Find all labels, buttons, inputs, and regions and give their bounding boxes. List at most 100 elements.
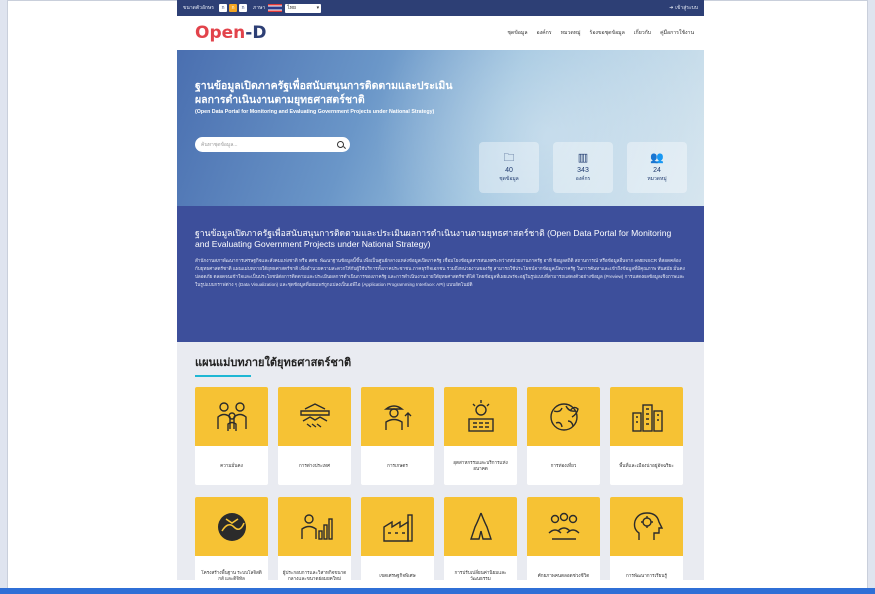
strategy-card[interactable]: ศักยภาพคนตลอดช่วงชีวิต [527, 497, 600, 580]
stat-value: 343 [577, 167, 589, 174]
website: ขนาดตัวอักษร ก ก ก ภาษา ไทย ▾ ➜ เข้าสู่ร… [177, 0, 704, 580]
strategy-card[interactable]: การเกษตร [361, 387, 434, 485]
about-title: ฐานข้อมูลเปิดภาครัฐเพื่อสนับสนุนการติดตา… [195, 228, 672, 249]
entrepreneur-icon [300, 513, 333, 540]
stats-panel: 🗀 40 ชุดข้อมูล ▥ 343 องค์กร 👥 24 หมวดหมู… [479, 142, 687, 193]
stat-value: 24 [653, 167, 661, 174]
card-label: การท่องเที่ยว [550, 462, 577, 468]
font-size-label: ขนาดตัวอักษร [183, 5, 214, 11]
about-section: ฐานข้อมูลเปิดภาครัฐเพื่อสนับสนุนการติดตา… [177, 206, 704, 342]
globe-icon [549, 402, 579, 431]
login-icon: ➜ [669, 5, 674, 11]
section-title: แผนแม่บทภายใต้ยุทธศาสตร์ชาติ [195, 357, 352, 369]
card-image [444, 387, 517, 446]
card-label: การพัฒนาการเรียนรู้ [626, 572, 667, 578]
card-image [361, 497, 434, 556]
strategy-card[interactable]: พื้นที่และเมืองน่าอยู่อัจฉริยะ [610, 387, 683, 485]
main-navigation: Open -D ชุดข้อมูล องค์กร หมวดหมู่ ร้องขอช… [177, 16, 704, 50]
chevron-down-icon: ▾ [316, 4, 320, 11]
brain-icon [633, 511, 663, 540]
language-label: ภาษา [252, 5, 266, 11]
card-label: อุตสาหกรรมและบริการแห่งอนาคต [453, 459, 508, 471]
about-body: สำนักงานสภาพัฒนาการเศรษฐกิจและสังคมแห่งช… [195, 258, 685, 287]
nav-item-request-data[interactable]: ร้องขอชุดข้อมูล [590, 29, 625, 37]
thai-flag-icon [268, 4, 283, 12]
nav-menu: ชุดข้อมูล องค์กร หมวดหมู่ ร้องขอชุดข้อมู… [507, 29, 694, 37]
title-underline [195, 375, 251, 377]
logo-suffix: -D [245, 23, 267, 43]
card-image [527, 387, 600, 446]
card-label: พื้นที่และเมืองน่าอยู่อัจฉริยะ [619, 462, 674, 468]
factory-icon [382, 513, 413, 542]
card-image [278, 387, 351, 446]
language-select[interactable]: ไทย ▾ [285, 3, 322, 13]
nav-item-manual[interactable]: คู่มือการใช้งาน [660, 29, 694, 37]
nav-item-categories[interactable]: หมวดหมู่ [561, 29, 581, 37]
building-icon: ▥ [577, 152, 589, 164]
card-image [195, 387, 268, 446]
card-label: ความมั่นคง [220, 462, 243, 468]
card-label: การปรับเปลี่ยนค่านิยมและวัฒนธรรม [454, 569, 507, 581]
strategy-card[interactable]: อุตสาหกรรมและบริการแห่งอนาคต [444, 387, 517, 485]
search-icon[interactable] [337, 141, 344, 148]
hero-title: ฐานข้อมูลเปิดภาครัฐเพื่อสนับสนุนการติดตา… [195, 80, 453, 106]
language-control: ภาษา ไทย ▾ [252, 3, 322, 13]
stat-datasets[interactable]: 🗀 40 ชุดข้อมูล [479, 142, 539, 193]
font-size-large-button[interactable]: ก [238, 4, 247, 12]
strategy-card[interactable]: การต่างประเทศ [278, 387, 351, 485]
users-icon: 👥 [650, 152, 664, 164]
language-value: ไทย [287, 4, 296, 11]
city-icon [631, 403, 663, 432]
praying-hands-icon [469, 512, 492, 540]
card-image [610, 387, 683, 446]
strategy-card[interactable]: เขตเศรษฐกิจพิเศษ [361, 497, 434, 580]
strategy-section: แผนแม่บทภายใต้ยุทธศาสตร์ชาติ ความมั่นคง … [177, 342, 704, 580]
card-image [361, 387, 434, 446]
nav-item-about[interactable]: เกี่ยวกับ [634, 29, 651, 37]
farmer-icon [383, 404, 411, 430]
card-label: การเกษตร [387, 462, 408, 468]
stat-label: หมวดหมู่ [647, 176, 667, 182]
strategy-card[interactable]: การปรับเปลี่ยนค่านิยมและวัฒนธรรม [444, 497, 517, 580]
card-image [278, 497, 351, 556]
search-input[interactable]: ค้นหาชุดข้อมูล... [195, 137, 350, 152]
people-icon [548, 512, 579, 540]
login-link[interactable]: ➜ เข้าสู่ระบบ [669, 4, 698, 12]
strategy-card[interactable]: ความมั่นคง [195, 387, 268, 485]
card-image [527, 497, 600, 556]
top-bar: ขนาดตัวอักษร ก ก ก ภาษา ไทย ▾ ➜ เข้าสู่ร… [177, 0, 704, 16]
card-image [195, 497, 268, 556]
logo-text: pen [209, 23, 246, 43]
transport-icon [217, 512, 246, 541]
hero-subtitle: (Open Data Portal for Monitoring and Eva… [195, 109, 435, 115]
strategy-card[interactable]: ผู้ประกอบการและวิสาหกิจขนาดกลางและขนาดย่… [278, 497, 351, 580]
window-bottom-bar [0, 588, 875, 594]
nav-item-datasets[interactable]: ชุดข้อมูล [507, 29, 527, 37]
stat-organizations[interactable]: ▥ 343 องค์กร [553, 142, 613, 193]
card-image [444, 497, 517, 556]
card-label: ศักยภาพคนตลอดช่วงชีวิต [537, 572, 590, 578]
strategy-card[interactable]: โครงสร้างพื้นฐาน ระบบโลจิสติกส์ และดิจิท… [195, 497, 268, 580]
hero-banner: ฐานข้อมูลเปิดภาครัฐเพื่อสนับสนุนการติดตา… [177, 50, 704, 206]
card-label: การต่างประเทศ [299, 462, 330, 468]
card-label: เขตเศรษฐกิจพิเศษ [379, 572, 416, 578]
strategy-card[interactable]: การพัฒนาการเรียนรู้ [610, 497, 683, 580]
industry-icon [467, 399, 494, 432]
font-size-medium-button[interactable]: ก [228, 4, 237, 12]
strategy-card[interactable]: การท่องเที่ยว [527, 387, 600, 485]
font-size-control: ขนาดตัวอักษร ก ก ก [183, 4, 247, 12]
folder-icon: 🗀 [503, 152, 515, 164]
search-placeholder: ค้นหาชุดข้อมูล... [201, 141, 238, 148]
strategy-grid: ความมั่นคง การต่างประเทศ การเกษตร อุตสาห… [195, 387, 686, 580]
card-label: ผู้ประกอบการและวิสาหกิจขนาดกลางและขนาดย่… [282, 569, 347, 581]
stat-categories[interactable]: 👥 24 หมวดหมู่ [627, 142, 687, 193]
login-label: เข้าสู่ระบบ [675, 5, 698, 11]
open-d-logo[interactable]: Open -D [195, 23, 266, 43]
stat-label: ชุดข้อมูล [499, 176, 519, 182]
family-icon [216, 401, 247, 431]
nav-item-organizations[interactable]: องค์กร [537, 29, 552, 37]
handshake-icon [299, 402, 330, 428]
font-size-small-button[interactable]: ก [218, 4, 227, 12]
stat-value: 40 [505, 167, 513, 174]
card-label: โครงสร้างพื้นฐาน ระบบโลจิสติกส์ และดิจิท… [201, 569, 262, 581]
